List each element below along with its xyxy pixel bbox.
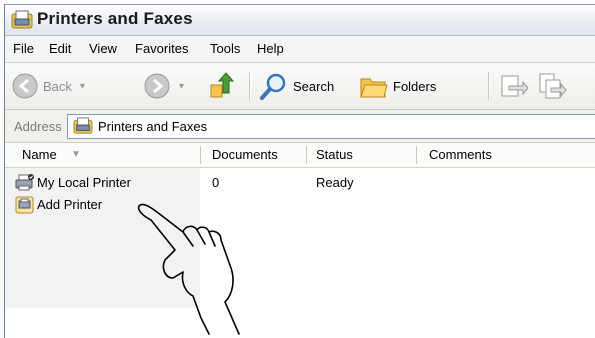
title-bar[interactable]: Printers and Faxes (5, 5, 595, 36)
up-button[interactable] (208, 63, 238, 109)
forward-button[interactable]: ▾ (143, 63, 184, 109)
folders-label: Folders (393, 78, 437, 94)
move-to-icon (501, 75, 529, 97)
up-folder-icon (210, 72, 235, 98)
menu-view[interactable]: View (89, 41, 117, 56)
back-dropdown-icon[interactable]: ▾ (80, 81, 85, 92)
explorer-window: Printers and Faxes File Edit View Favori… (4, 4, 595, 338)
folders-button[interactable]: Folders (359, 63, 436, 109)
search-magnifier-icon (260, 73, 286, 100)
column-header-comments[interactable]: Comments (429, 143, 492, 167)
forward-arrow-icon (144, 73, 170, 99)
menu-favorites[interactable]: Favorites (135, 41, 188, 56)
printers-folder-small-icon (73, 117, 93, 134)
address-bar: Address Printers and Faxes (5, 110, 595, 143)
printers-folder-icon (11, 10, 33, 29)
menu-help[interactable]: Help (257, 41, 284, 56)
column-divider[interactable] (416, 146, 417, 164)
menu-bar: File Edit View Favorites Tools Help (5, 36, 595, 63)
column-header-status[interactable]: Status (316, 143, 353, 167)
printer-documents: 0 (212, 175, 220, 190)
window-title: Printers and Faxes (37, 9, 193, 28)
list-item-my-local-printer[interactable]: My Local Printer 0 Ready (15, 173, 595, 193)
move-to-button[interactable] (499, 63, 529, 109)
file-list: My Local Printer 0 Ready Add Printer (5, 168, 595, 338)
menu-edit[interactable]: Edit (49, 41, 71, 56)
add-printer-label: Add Printer (37, 197, 103, 212)
list-header: Name ▼ Documents Status Comments (5, 143, 595, 168)
folders-icon (360, 78, 388, 98)
column-header-name[interactable]: Name (22, 143, 57, 167)
menu-file[interactable]: File (13, 41, 34, 56)
sort-chevron-icon: ▼ (71, 149, 81, 160)
printer-status: Ready (316, 175, 354, 190)
search-label: Search (293, 78, 335, 94)
toolbar: Back ▾ ▾ Search Folders (5, 63, 595, 110)
forward-dropdown-icon[interactable]: ▾ (179, 81, 184, 92)
address-input[interactable]: Printers and Faxes (67, 114, 595, 139)
printer-icon (15, 174, 34, 191)
column-header-documents[interactable]: Documents (212, 143, 278, 167)
printer-name: My Local Printer (37, 175, 131, 190)
pointing-hand-icon (137, 203, 240, 335)
address-value: Printers and Faxes (98, 119, 208, 134)
back-arrow-icon (12, 73, 38, 99)
column-divider[interactable] (306, 146, 307, 164)
address-label: Address (14, 119, 62, 134)
toolbar-separator (249, 72, 251, 100)
back-label: Back (43, 78, 72, 94)
copy-to-icon (539, 73, 567, 99)
search-button[interactable]: Search (259, 63, 334, 109)
back-button[interactable]: Back ▾ (11, 63, 85, 109)
add-printer-icon (15, 196, 34, 214)
menu-tools[interactable]: Tools (210, 41, 240, 56)
copy-to-button[interactable] (537, 63, 567, 109)
toolbar-separator-2 (488, 72, 490, 100)
column-divider[interactable] (200, 146, 201, 164)
